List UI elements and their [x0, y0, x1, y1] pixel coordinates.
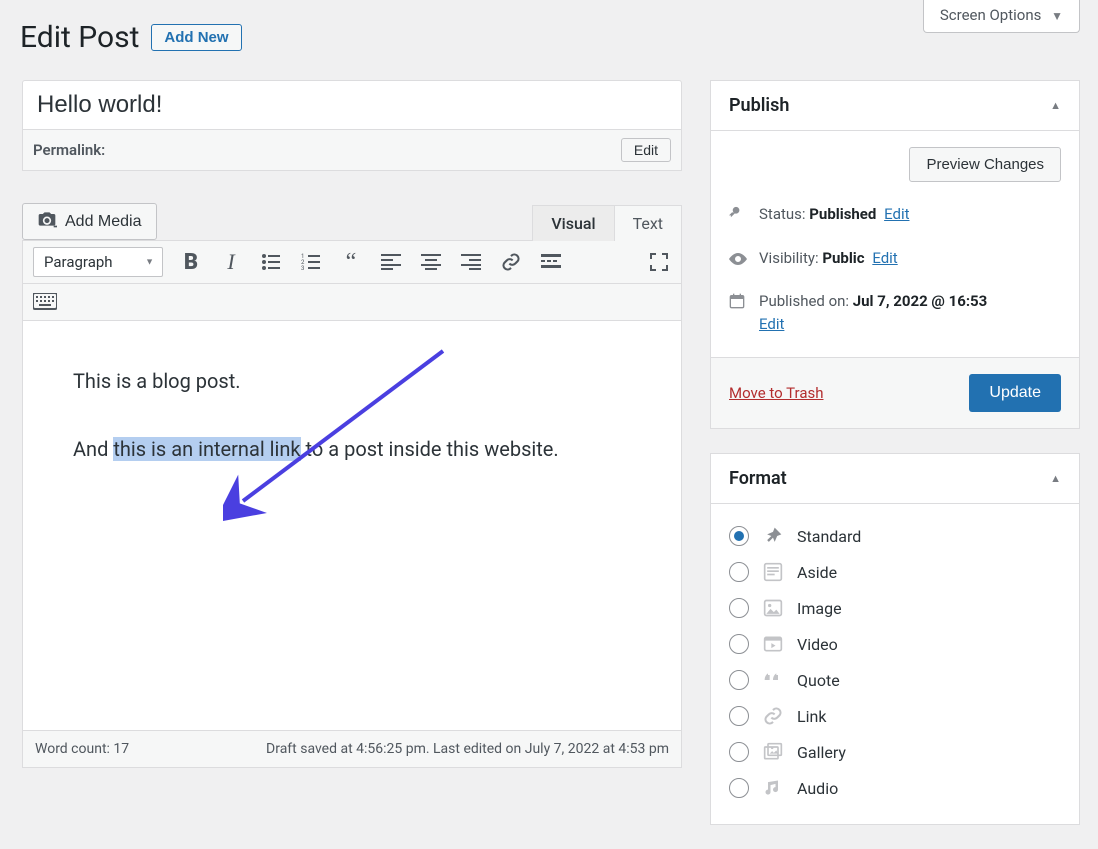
svg-text:3: 3 — [301, 265, 304, 272]
word-count-value: 17 — [113, 741, 129, 757]
tab-text[interactable]: Text — [614, 205, 682, 241]
audio-icon — [761, 778, 785, 798]
radio-icon — [729, 706, 749, 726]
move-to-trash-link[interactable]: Move to Trash — [729, 384, 823, 402]
date-text: Published on: Jul 7, 2022 @ 16:53 Edit — [759, 291, 987, 335]
format-option-aside[interactable]: Aside — [729, 554, 1061, 590]
radio-icon — [729, 778, 749, 798]
post-title-input[interactable] — [22, 80, 682, 130]
format-label: Standard — [797, 527, 861, 546]
radio-icon — [729, 562, 749, 582]
italic-icon[interactable]: I — [219, 250, 243, 274]
format-heading: Format — [729, 468, 787, 489]
format-label: Gallery — [797, 743, 846, 762]
publish-heading: Publish — [729, 95, 789, 116]
page-title: Edit Post — [20, 20, 139, 55]
collapse-icon[interactable]: ▲ — [1050, 472, 1061, 485]
radio-icon — [729, 634, 749, 654]
content-line2: And this is an internal link to a post i… — [73, 434, 631, 464]
preview-changes-button[interactable]: Preview Changes — [909, 147, 1061, 182]
editor-toolbar-row1: Paragraph B I 123 “ — [22, 240, 682, 283]
format-option-audio[interactable]: Audio — [729, 770, 1061, 806]
tab-visual[interactable]: Visual — [532, 205, 613, 241]
screen-options-button[interactable]: Screen Options ▼ — [923, 0, 1080, 33]
format-label: Audio — [797, 779, 838, 798]
screen-options-label: Screen Options — [940, 6, 1042, 24]
chevron-down-icon: ▼ — [1051, 9, 1063, 23]
radio-icon — [729, 742, 749, 762]
calendar-icon — [729, 293, 749, 315]
bold-icon[interactable]: B — [179, 250, 203, 274]
paragraph-dropdown[interactable]: Paragraph — [33, 247, 163, 277]
format-option-quote[interactable]: Quote — [729, 662, 1061, 698]
selected-text: this is an internal link — [113, 437, 300, 461]
content-line1: This is a blog post. — [73, 366, 631, 396]
fullscreen-icon[interactable] — [647, 250, 671, 274]
status-edit-link[interactable]: Edit — [884, 205, 909, 223]
add-new-button[interactable]: Add New — [151, 24, 241, 51]
link-icon[interactable] — [499, 250, 523, 274]
permalink-label: Permalink: — [33, 141, 105, 159]
aside-icon — [761, 562, 785, 582]
key-icon — [729, 206, 749, 228]
eye-icon — [729, 250, 749, 271]
update-button[interactable]: Update — [969, 374, 1061, 412]
status-text: Status: Published Edit — [759, 204, 910, 225]
quote-icon — [761, 670, 785, 690]
bullet-list-icon[interactable] — [259, 250, 283, 274]
format-metabox: Format ▲ Standard Aside Image Video Quote Lin… — [710, 453, 1080, 825]
format-label: Quote — [797, 671, 840, 690]
format-option-gallery[interactable]: Gallery — [729, 734, 1061, 770]
radio-icon — [729, 598, 749, 618]
add-media-label: Add Media — [65, 213, 142, 231]
editor-content[interactable]: This is a blog post. And this is an inte… — [22, 321, 682, 731]
number-list-icon[interactable]: 123 — [299, 250, 323, 274]
gallery-icon — [761, 742, 785, 762]
format-option-standard[interactable]: Standard — [729, 518, 1061, 554]
save-status: Draft saved at 4:56:25 pm. Last edited o… — [266, 741, 669, 757]
align-center-icon[interactable] — [419, 250, 443, 274]
link-icon — [761, 706, 785, 726]
align-right-icon[interactable] — [459, 250, 483, 274]
format-option-link[interactable]: Link — [729, 698, 1061, 734]
visibility-text: Visibility: Public Edit — [759, 248, 898, 269]
visibility-edit-link[interactable]: Edit — [872, 249, 897, 267]
radio-icon — [729, 526, 749, 546]
date-edit-link[interactable]: Edit — [759, 314, 987, 335]
format-option-image[interactable]: Image — [729, 590, 1061, 626]
camera-icon — [37, 210, 57, 233]
add-media-button[interactable]: Add Media — [22, 203, 157, 240]
format-label: Video — [797, 635, 838, 654]
format-option-video[interactable]: Video — [729, 626, 1061, 662]
readmore-icon[interactable] — [539, 250, 563, 274]
editor-footer: Word count: 17 Draft saved at 4:56:25 pm… — [22, 731, 682, 768]
collapse-icon[interactable]: ▲ — [1050, 99, 1061, 112]
align-left-icon[interactable] — [379, 250, 403, 274]
publish-metabox: Publish ▲ Preview Changes Status: Publis… — [710, 80, 1080, 429]
radio-icon — [729, 670, 749, 690]
video-icon — [761, 634, 785, 654]
image-icon — [761, 598, 785, 618]
editor-toolbar-row2 — [22, 283, 682, 321]
format-label: Link — [797, 707, 826, 726]
quote-icon[interactable]: “ — [339, 250, 363, 274]
format-label: Image — [797, 599, 842, 618]
pin-icon — [761, 526, 785, 546]
permalink-row: Permalink: Edit — [22, 130, 682, 171]
permalink-edit-button[interactable]: Edit — [621, 138, 671, 162]
keyboard-icon[interactable] — [33, 290, 57, 314]
format-label: Aside — [797, 563, 837, 582]
word-count-label: Word count: — [35, 741, 110, 757]
